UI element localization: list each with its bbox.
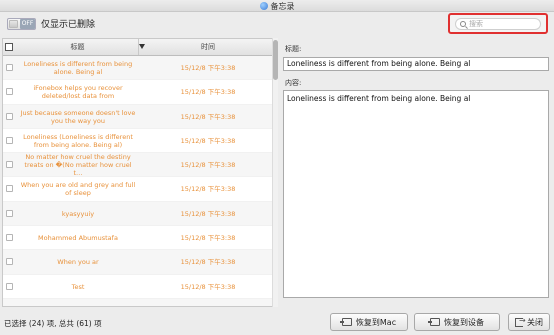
row-checkbox[interactable]: [6, 88, 13, 96]
restore-to-mac-label: 恢复到Mac: [355, 317, 397, 327]
search-icon: [460, 21, 466, 27]
deleted-only-label: 仅显示已删除: [41, 20, 96, 30]
detail-content-label: 内容:: [285, 79, 302, 87]
row-title: No matter how cruel the destiny treats o…: [24, 153, 132, 178]
status-bar: 已选择 (24) 项, 总共 (61) 项 恢复到Mac 恢复到设备 关闭: [0, 309, 554, 335]
title-bar: 备忘录: [0, 0, 554, 12]
table-row[interactable]: kyasyyuiy 15/12/8 下午3:38: [3, 201, 277, 227]
table-row[interactable]: Loneliness (Loneliness is different from…: [3, 128, 277, 154]
notes-app-icon: [259, 2, 268, 10]
row-title: Just because someone doesn't love you th…: [20, 108, 136, 125]
table-row[interactable]: Mohammed Abumustafa 15/12/8 下午3:38: [3, 226, 277, 251]
row-checkbox[interactable]: [6, 209, 13, 217]
restore-device-icon: [428, 318, 440, 326]
row-time: 15/12/8 下午3:38: [180, 161, 236, 170]
table-row[interactable]: Just because someone doesn't love you th…: [3, 104, 277, 129]
row-title: iFonebox helps you recover deleted/lost …: [33, 84, 123, 101]
row-checkbox[interactable]: [6, 64, 13, 71]
row-title: Mohammed Abumustafa: [38, 234, 118, 243]
row-time: 15/12/8 下午3:38: [180, 209, 236, 218]
close-label: 关闭: [527, 317, 543, 327]
table-row[interactable]: When you ar 15/12/8 下午3:38: [3, 250, 277, 275]
detail-content-field[interactable]: Loneliness is different from being alone…: [283, 90, 549, 298]
row-time: 15/12/8 下午3:38: [180, 88, 236, 97]
row-time: [141, 299, 275, 306]
table-row[interactable]: Loneliness is different from being alone…: [3, 56, 277, 81]
row-title: Loneliness (Loneliness is different from…: [23, 132, 133, 149]
selection-status: 已选择 (24) 项, 总共 (61) 项: [4, 319, 102, 328]
select-all-checkbox[interactable]: [5, 43, 13, 51]
detail-title-field[interactable]: Loneliness is different from being alone…: [283, 57, 549, 71]
title-wrap: 备忘录: [259, 0, 295, 12]
list-scrollbar[interactable]: [272, 38, 278, 307]
search-input[interactable]: [469, 20, 537, 28]
notes-list: 标题 时间 Loneliness is different from being…: [2, 38, 278, 307]
table-row[interactable]: Test 15/12/8 下午3:38: [3, 274, 277, 299]
table-row[interactable]: [3, 298, 277, 306]
search-box: [448, 13, 548, 34]
table-row[interactable]: When you are old and grey and full of sl…: [3, 177, 277, 202]
row-time: 15/12/8 下午3:38: [180, 64, 236, 72]
row-checkbox[interactable]: [6, 282, 13, 290]
table-row[interactable]: No matter how cruel the destiny treats o…: [3, 153, 277, 178]
restore-mac-icon: [339, 318, 352, 326]
row-checkbox[interactable]: [6, 185, 13, 193]
close-button[interactable]: 关闭: [508, 313, 550, 331]
row-time: 15/12/8 下午3:38: [180, 258, 236, 267]
restore-to-device-label: 恢复到设备: [444, 317, 484, 327]
column-header-title[interactable]: 标题: [17, 39, 145, 55]
row-checkbox[interactable]: [6, 161, 13, 169]
row-time: 15/12/8 下午3:38: [180, 112, 236, 121]
row-time: 15/12/8 下午3:38: [180, 234, 236, 243]
list-rows: Loneliness is different from being alone…: [3, 56, 277, 306]
row-time: 15/12/8 下午3:38: [180, 282, 236, 291]
table-row[interactable]: iFonebox helps you recover deleted/lost …: [3, 80, 277, 105]
column-header-title-label: 标题: [70, 43, 85, 51]
row-time: 15/12/8 下午3:38: [180, 136, 236, 145]
row-title: kyasyyuiy: [61, 209, 95, 218]
row-checkbox[interactable]: [6, 112, 13, 120]
row-checkbox[interactable]: [6, 234, 13, 242]
row-title: When you ar: [57, 258, 99, 267]
row-title: When you are old and grey and full of sl…: [20, 181, 136, 198]
row-checkbox[interactable]: [6, 258, 13, 266]
row-time: 15/12/8 下午3:38: [180, 185, 236, 194]
list-header: 标题 时间: [3, 39, 277, 56]
row-title: Loneliness is different from being alone…: [23, 60, 133, 76]
column-header-time[interactable]: 时间: [141, 39, 275, 55]
deleted-only-toggle[interactable]: OFF: [7, 18, 36, 30]
row-title: [19, 299, 137, 306]
scrollbar-thumb[interactable]: [273, 40, 278, 80]
window-title: 备忘录: [270, 1, 295, 11]
search-field[interactable]: [455, 18, 541, 30]
row-checkbox[interactable]: [6, 136, 13, 144]
exit-icon: [515, 316, 526, 327]
toggle-knob: [9, 20, 18, 28]
detail-title-label: 标题:: [285, 45, 302, 53]
row-title: Test: [71, 282, 85, 291]
restore-to-mac-button[interactable]: 恢复到Mac: [330, 313, 408, 331]
toggle-state-label: OFF: [20, 19, 35, 29]
restore-to-device-button[interactable]: 恢复到设备: [414, 313, 500, 331]
